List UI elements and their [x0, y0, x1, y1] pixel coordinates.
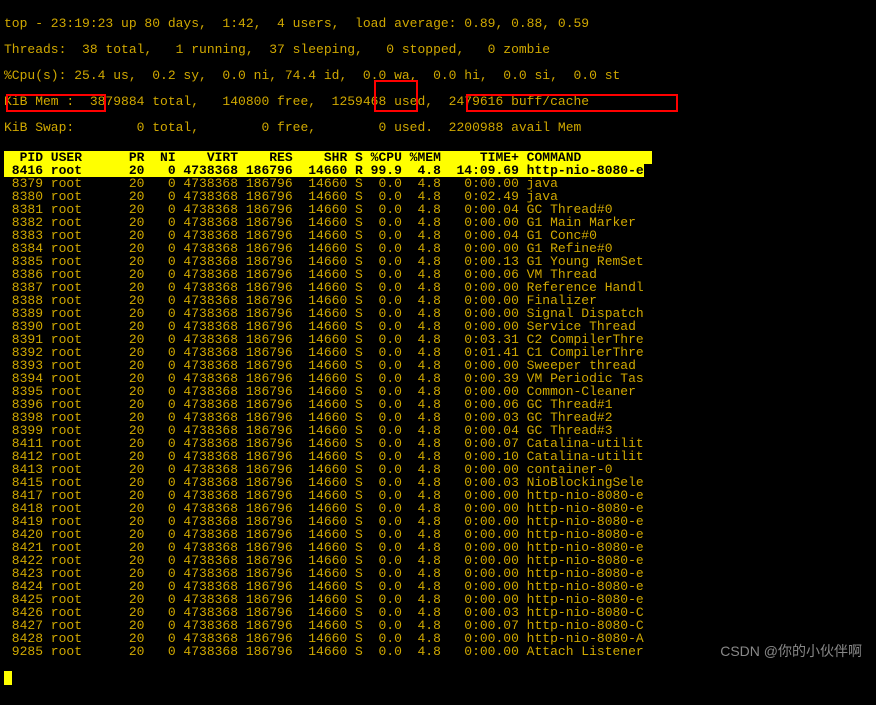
summary-line-4: KiB Mem : 3879884 total, 140800 free, 12…	[4, 95, 872, 108]
top-terminal[interactable]: top - 23:19:23 up 80 days, 1:42, 4 users…	[0, 0, 876, 705]
summary-line-1: top - 23:19:23 up 80 days, 1:42, 4 users…	[4, 17, 872, 30]
summary-line-2: Threads: 38 total, 1 running, 37 sleepin…	[4, 43, 872, 56]
process-list: 8416 root 20 0 4738368 186796 14660 R 99…	[4, 164, 872, 658]
terminal-cursor	[4, 671, 12, 685]
summary-line-3: %Cpu(s): 25.4 us, 0.2 sy, 0.0 ni, 74.4 i…	[4, 69, 872, 82]
summary-line-5: KiB Swap: 0 total, 0 free, 0 used. 22009…	[4, 121, 872, 134]
process-row[interactable]: 8416 root 20 0 4738368 186796 14660 R 99…	[4, 164, 872, 177]
watermark: CSDN @你的小伙伴啊	[720, 644, 862, 658]
